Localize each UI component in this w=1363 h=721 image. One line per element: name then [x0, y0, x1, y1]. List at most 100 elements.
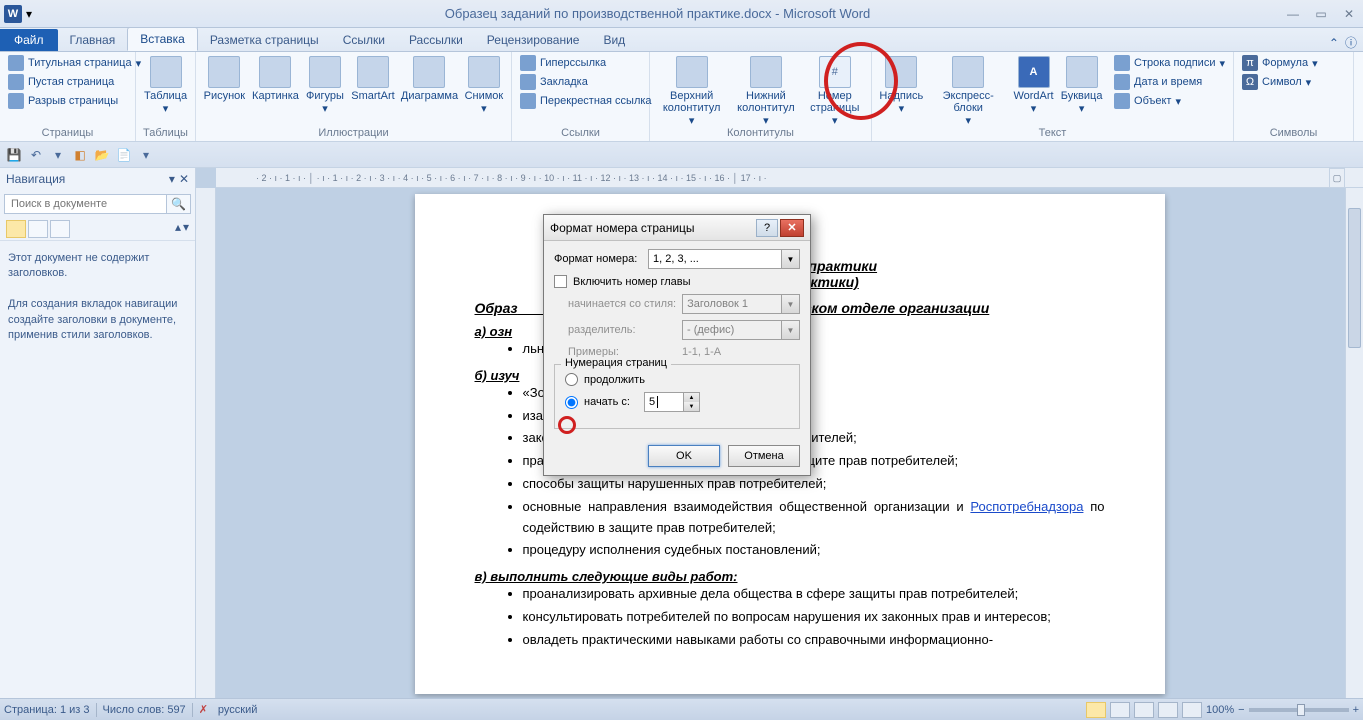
- minimize-button[interactable]: ―: [1283, 7, 1303, 21]
- quick-access-toolbar: 💾 ↶ ▾ ◧ 📂 📄 ▾: [0, 142, 1363, 168]
- tab-references[interactable]: Ссылки: [331, 29, 397, 51]
- minimize-ribbon-icon[interactable]: ⌃: [1329, 36, 1339, 50]
- nav-pane: Навигация ▾✕ 🔍 ▴▾ Этот документ не содер…: [0, 168, 196, 698]
- start-at-spinner[interactable]: 5 ▲▼: [644, 392, 700, 412]
- status-words[interactable]: Число слов: 597: [103, 704, 186, 716]
- zoom-out-button[interactable]: −: [1238, 704, 1244, 716]
- view-print-layout[interactable]: [1086, 702, 1106, 718]
- vertical-scrollbar[interactable]: [1345, 188, 1363, 698]
- undo-button[interactable]: ↶: [26, 145, 46, 165]
- nav-prev-icon[interactable]: ▴: [175, 220, 181, 238]
- start-at-radio[interactable]: [565, 396, 578, 409]
- dialog-help-button[interactable]: ?: [756, 219, 778, 237]
- view-draft[interactable]: [1182, 702, 1202, 718]
- equation-button[interactable]: πФормула ▾: [1238, 54, 1322, 72]
- list-item: основные направления взаимодействия обще…: [523, 497, 1105, 539]
- shapes-button[interactable]: Фигуры▾: [302, 54, 348, 117]
- include-chapter-checkbox[interactable]: [554, 275, 567, 288]
- ruler-toggle[interactable]: ▢: [1329, 168, 1345, 188]
- nav-next-icon[interactable]: ▾: [183, 220, 189, 238]
- smartart-button[interactable]: SmartArt: [348, 54, 398, 104]
- nav-view-results[interactable]: [50, 220, 70, 238]
- dialog-buttons: OK Отмена: [544, 437, 810, 475]
- ribbon: Титульная страница ▾ Пустая страница Раз…: [0, 52, 1363, 142]
- search-icon[interactable]: 🔍: [167, 194, 191, 214]
- object-button[interactable]: Объект ▾: [1110, 92, 1229, 110]
- page-break-button[interactable]: Разрыв страницы: [4, 92, 145, 110]
- new-button[interactable]: 📄: [114, 145, 134, 165]
- chevron-down-icon[interactable]: ▼: [781, 250, 799, 268]
- search-input[interactable]: [4, 194, 167, 214]
- nav-close-icon[interactable]: ✕: [179, 172, 189, 186]
- zoom-slider[interactable]: [1249, 708, 1349, 712]
- footer-button[interactable]: Нижний колонтитул▾: [729, 54, 802, 129]
- textbox-button[interactable]: Надпись▾: [876, 54, 927, 117]
- close-button[interactable]: ✕: [1339, 7, 1359, 21]
- sigline-icon: [1114, 55, 1130, 71]
- status-lang[interactable]: русский: [218, 704, 257, 716]
- bookmark-button[interactable]: Закладка: [516, 73, 656, 91]
- print-preview-button[interactable]: ◧: [70, 145, 90, 165]
- dialog-close-button[interactable]: ✕: [780, 219, 804, 237]
- nav-dropdown-icon[interactable]: ▾: [169, 172, 175, 186]
- screenshot-button[interactable]: Снимок▾: [461, 54, 507, 117]
- format-label: Формат номера:: [554, 253, 642, 265]
- qat-more[interactable]: ▾: [136, 145, 156, 165]
- status-proofing-icon[interactable]: ✗: [199, 703, 208, 716]
- horizontal-ruler[interactable]: · 2 · ı · 1 · ı · │ · ı · 1 · ı · 2 · ı …: [216, 168, 1363, 188]
- nav-header: Навигация ▾✕: [0, 168, 195, 190]
- status-zoom[interactable]: 100%: [1206, 704, 1234, 716]
- help-icon[interactable]: ⓘ: [1345, 34, 1357, 51]
- dialog-titlebar[interactable]: Формат номера страницы ? ✕: [544, 215, 810, 241]
- format-select[interactable]: 1, 2, 3, ...▼: [648, 249, 800, 269]
- status-page[interactable]: Страница: 1 из 3: [4, 704, 90, 716]
- sigline-button[interactable]: Строка подписи ▾: [1110, 54, 1229, 72]
- view-outline[interactable]: [1158, 702, 1178, 718]
- shapes-icon: [309, 56, 341, 88]
- spinner-up-icon[interactable]: ▲: [683, 393, 699, 402]
- datetime-button[interactable]: Дата и время: [1110, 73, 1229, 91]
- hyperlink-button[interactable]: Гиперссылка: [516, 54, 656, 72]
- nav-view-pages[interactable]: [28, 220, 48, 238]
- group-hf-label: Колонтитулы: [650, 127, 871, 139]
- clipart-button[interactable]: Картинка: [249, 54, 302, 104]
- table-button[interactable]: Таблица▾: [140, 54, 191, 117]
- blank-page-button[interactable]: Пустая страница: [4, 73, 145, 91]
- view-reading[interactable]: [1110, 702, 1130, 718]
- wordart-button[interactable]: AWordArt▾: [1010, 54, 1057, 117]
- zoom-thumb[interactable]: [1297, 704, 1305, 716]
- zoom-in-button[interactable]: +: [1353, 704, 1359, 716]
- spinner-down-icon[interactable]: ▼: [683, 402, 699, 411]
- nav-view-headings[interactable]: [6, 220, 26, 238]
- redo-button[interactable]: ▾: [48, 145, 68, 165]
- picture-button[interactable]: Рисунок: [200, 54, 249, 104]
- vertical-ruler[interactable]: [196, 188, 216, 698]
- crossref-button[interactable]: Перекрестная ссылка: [516, 92, 656, 110]
- tab-layout[interactable]: Разметка страницы: [198, 29, 331, 51]
- scrollbar-thumb[interactable]: [1348, 208, 1361, 348]
- tab-review[interactable]: Рецензирование: [475, 29, 592, 51]
- view-web[interactable]: [1134, 702, 1154, 718]
- group-tables-label: Таблицы: [136, 127, 195, 139]
- tab-file[interactable]: Файл: [0, 29, 58, 51]
- cancel-button[interactable]: Отмена: [728, 445, 800, 467]
- page-number-button[interactable]: #Номер страницы▾: [803, 54, 867, 129]
- save-button[interactable]: 💾: [4, 145, 24, 165]
- tab-insert[interactable]: Вставка: [127, 27, 198, 51]
- chart-button[interactable]: Диаграмма: [398, 54, 461, 104]
- open-button[interactable]: 📂: [92, 145, 112, 165]
- quickparts-button[interactable]: Экспресс-блоки▾: [927, 54, 1010, 129]
- header-button[interactable]: Верхний колонтитул▾: [654, 54, 729, 129]
- tab-view[interactable]: Вид: [591, 29, 637, 51]
- continue-radio[interactable]: [565, 373, 578, 386]
- symbol-button[interactable]: ΩСимвол ▾: [1238, 73, 1322, 91]
- quickparts-icon: [952, 56, 984, 88]
- dropcap-button[interactable]: Буквица▾: [1057, 54, 1106, 117]
- group-illus-label: Иллюстрации: [196, 127, 511, 139]
- restore-button[interactable]: ▭: [1311, 7, 1331, 21]
- screenshot-icon: [468, 56, 500, 88]
- tab-home[interactable]: Главная: [58, 29, 128, 51]
- ok-button[interactable]: OK: [648, 445, 720, 467]
- tab-mailings[interactable]: Рассылки: [397, 29, 475, 51]
- cover-page-button[interactable]: Титульная страница ▾: [4, 54, 145, 72]
